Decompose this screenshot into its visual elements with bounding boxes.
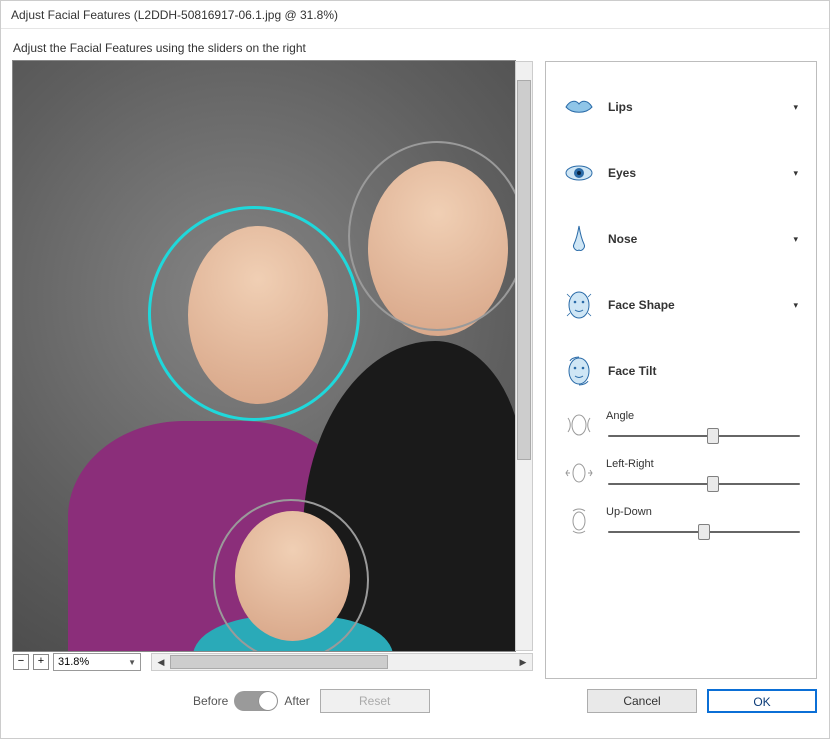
horizontal-scrollbar[interactable]: ◀ ▶ xyxy=(151,653,533,671)
image-canvas[interactable] xyxy=(13,61,515,651)
after-label: After xyxy=(284,694,309,708)
vertical-scrollbar[interactable] xyxy=(515,61,533,651)
lips-icon xyxy=(564,92,594,122)
before-after-toggle[interactable] xyxy=(234,691,278,711)
chevron-down-icon: ▼ xyxy=(128,658,136,667)
angle-icon xyxy=(564,410,594,440)
group-face-shape[interactable]: Face Shape ▾ xyxy=(560,272,802,338)
eye-icon xyxy=(564,158,594,188)
slider-up-down[interactable] xyxy=(608,524,800,540)
group-nose[interactable]: Nose ▾ xyxy=(560,206,802,272)
zoom-select[interactable]: 31.8% ▼ xyxy=(53,653,141,671)
group-lips[interactable]: Lips ▾ xyxy=(560,74,802,140)
instruction-text: Adjust the Facial Features using the sli… xyxy=(1,29,829,61)
slider-left-right[interactable] xyxy=(608,476,800,492)
chevron-down-icon: ▾ xyxy=(793,234,798,245)
feature-panel: Lips ▾ Eyes ▾ Nose ▾ Face Shape ▾ xyxy=(545,61,817,679)
chevron-down-icon: ▾ xyxy=(793,300,798,311)
reset-button[interactable]: Reset xyxy=(320,689,430,713)
face-marker[interactable] xyxy=(213,499,369,651)
nose-icon xyxy=(564,224,594,254)
preview-pane: − + 31.8% ▼ ◀ ▶ xyxy=(13,61,533,679)
face-shape-icon xyxy=(564,290,594,320)
cancel-button[interactable]: Cancel xyxy=(587,689,697,713)
up-down-icon xyxy=(564,506,594,536)
slider-label-angle: Angle xyxy=(606,410,798,422)
zoom-in-button[interactable]: + xyxy=(33,654,49,670)
scroll-left-icon[interactable]: ◀ xyxy=(152,654,170,670)
window-title: Adjust Facial Features (L2DDH-50816917-0… xyxy=(1,1,829,29)
chevron-down-icon: ▾ xyxy=(793,102,798,113)
face-marker-selected[interactable] xyxy=(148,206,360,421)
before-label: Before xyxy=(193,694,228,708)
face-marker[interactable] xyxy=(348,141,515,331)
slider-label-left-right: Left-Right xyxy=(606,458,798,470)
slider-label-up-down: Up-Down xyxy=(606,506,798,518)
face-tilt-icon xyxy=(564,356,594,386)
group-face-tilt: Face Tilt xyxy=(560,338,802,404)
slider-angle[interactable] xyxy=(608,428,800,444)
left-right-icon xyxy=(564,458,594,488)
scroll-right-icon[interactable]: ▶ xyxy=(514,654,532,670)
zoom-out-button[interactable]: − xyxy=(13,654,29,670)
zoom-value: 31.8% xyxy=(58,656,89,668)
group-eyes[interactable]: Eyes ▾ xyxy=(560,140,802,206)
chevron-down-icon: ▾ xyxy=(793,168,798,179)
ok-button[interactable]: OK xyxy=(707,689,817,713)
